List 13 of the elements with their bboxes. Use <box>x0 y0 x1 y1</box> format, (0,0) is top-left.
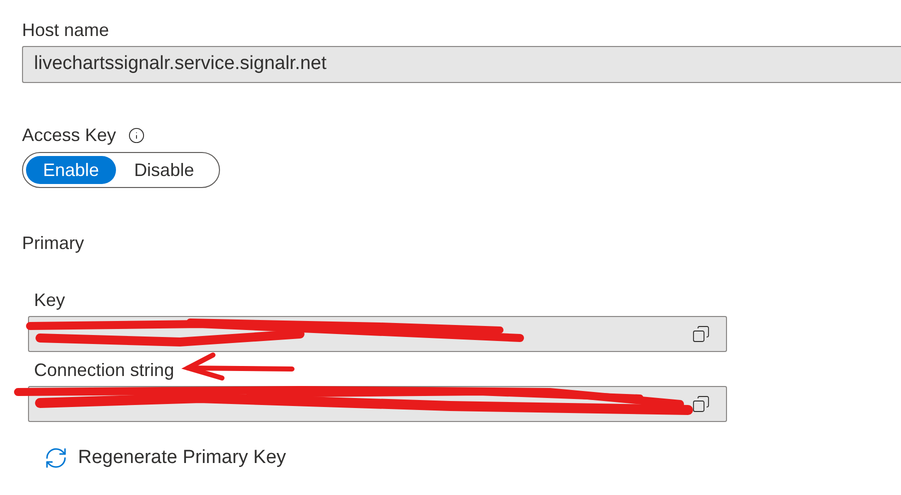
field-label: Connection string <box>33 359 174 382</box>
host-name-field[interactable]: livechartssignalr.service.signalr.net <box>22 46 901 83</box>
toggle-option[interactable]: Enable <box>26 156 116 184</box>
info-icon[interactable] <box>128 126 146 144</box>
copy-icon[interactable] <box>692 325 710 343</box>
field-label: Host name <box>22 19 110 42</box>
toggle-option[interactable]: Disable <box>120 156 208 184</box>
copy-icon[interactable] <box>692 395 710 413</box>
section-title: Primary <box>22 232 85 255</box>
field-label: Access Key <box>22 124 116 147</box>
refresh-icon <box>44 446 68 470</box>
field-label: Key <box>33 289 66 312</box>
regenerate-button[interactable]: Regenerate Primary Key <box>44 444 286 472</box>
